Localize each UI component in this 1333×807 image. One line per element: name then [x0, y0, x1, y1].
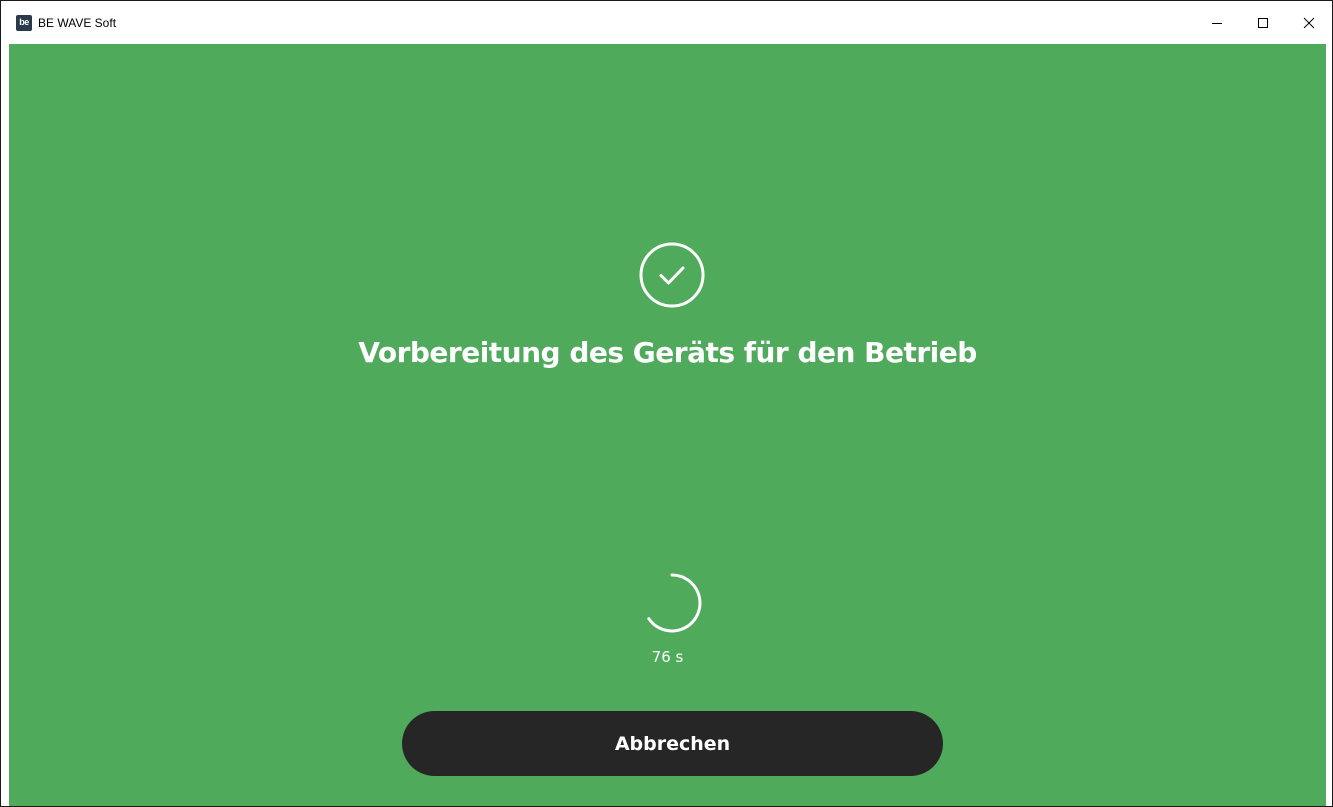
maximize-button[interactable]	[1240, 1, 1286, 44]
app-window: be BE WAVE Soft Vorbereitung des Geräts …	[0, 0, 1333, 807]
maximize-icon	[1258, 17, 1268, 28]
countdown-timer: 76 s	[651, 648, 684, 666]
window-title: BE WAVE Soft	[38, 15, 117, 30]
minimize-button[interactable]	[1194, 1, 1240, 44]
close-button[interactable]	[1286, 1, 1332, 44]
minimize-icon	[1212, 22, 1222, 24]
window-controls	[1194, 1, 1332, 44]
status-heading: Vorbereitung des Geräts für den Betrieb	[358, 336, 977, 369]
cancel-button[interactable]: Abbrechen	[402, 711, 943, 776]
main-content: Vorbereitung des Geräts für den Betrieb …	[9, 44, 1326, 806]
close-icon	[1303, 17, 1315, 28]
check-circle-icon	[638, 241, 706, 309]
app-logo-icon: be	[16, 14, 32, 31]
title-bar[interactable]: be BE WAVE Soft	[1, 1, 1332, 44]
loading-spinner-icon	[640, 571, 704, 635]
